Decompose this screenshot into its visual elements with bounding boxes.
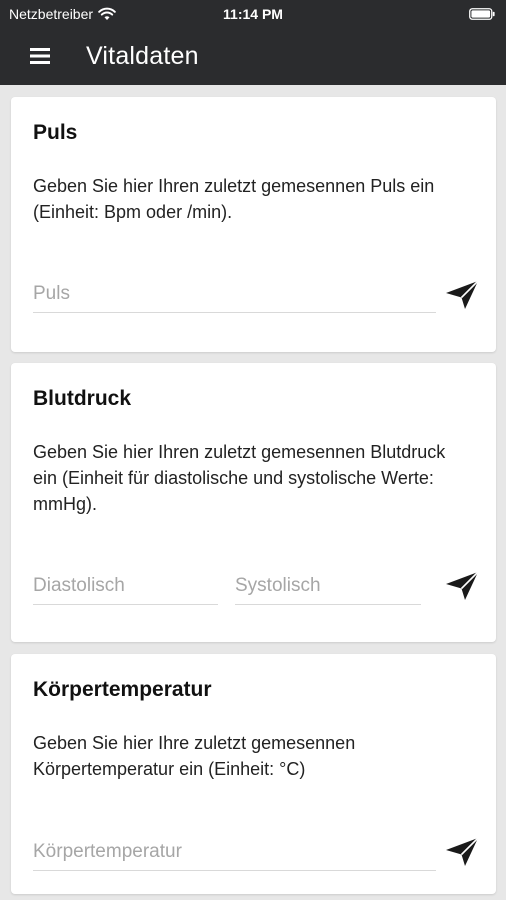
body-temperature-field bbox=[33, 836, 436, 871]
battery-icon bbox=[469, 7, 495, 20]
status-bar: Netzbetreiber 11:14 PM bbox=[0, 0, 506, 30]
diastolic-input[interactable] bbox=[33, 570, 218, 602]
page-title: Vitaldaten bbox=[86, 42, 199, 70]
body-temperature-send-button[interactable] bbox=[445, 837, 479, 867]
card-title: Blutdruck bbox=[33, 387, 132, 410]
body-temperature-input[interactable] bbox=[33, 836, 436, 868]
menu-icon[interactable] bbox=[30, 47, 50, 65]
app-bar: Netzbetreiber 11:14 PM Vitaldaten bbox=[0, 0, 506, 85]
pulse-card: Puls Geben Sie hier Ihren zuletzt gemese… bbox=[11, 97, 496, 352]
body-temperature-card: Körpertemperatur Geben Sie hier Ihre zul… bbox=[11, 654, 496, 894]
card-description: Geben Sie hier Ihren zuletzt gemesennen … bbox=[33, 442, 446, 514]
diastolic-field bbox=[33, 570, 218, 605]
send-icon bbox=[446, 571, 479, 600]
card-description: Geben Sie hier Ihren zuletzt gemesennen … bbox=[33, 176, 435, 222]
systolic-input[interactable] bbox=[235, 570, 421, 602]
pulse-input[interactable] bbox=[33, 278, 436, 310]
send-icon bbox=[446, 837, 479, 866]
systolic-field bbox=[235, 570, 421, 605]
send-icon bbox=[446, 280, 479, 309]
pulse-field bbox=[33, 278, 436, 313]
card-title: Körpertemperatur bbox=[33, 678, 212, 701]
blood-pressure-card: Blutdruck Geben Sie hier Ihren zuletzt g… bbox=[11, 363, 496, 642]
pulse-send-button[interactable] bbox=[445, 280, 479, 310]
status-time: 11:14 PM bbox=[223, 6, 283, 22]
card-description: Geben Sie hier Ihre zuletzt gemesennen K… bbox=[33, 733, 356, 779]
blood-pressure-send-button[interactable] bbox=[445, 571, 479, 601]
nav-row: Vitaldaten bbox=[0, 40, 506, 76]
card-title: Puls bbox=[33, 121, 78, 144]
